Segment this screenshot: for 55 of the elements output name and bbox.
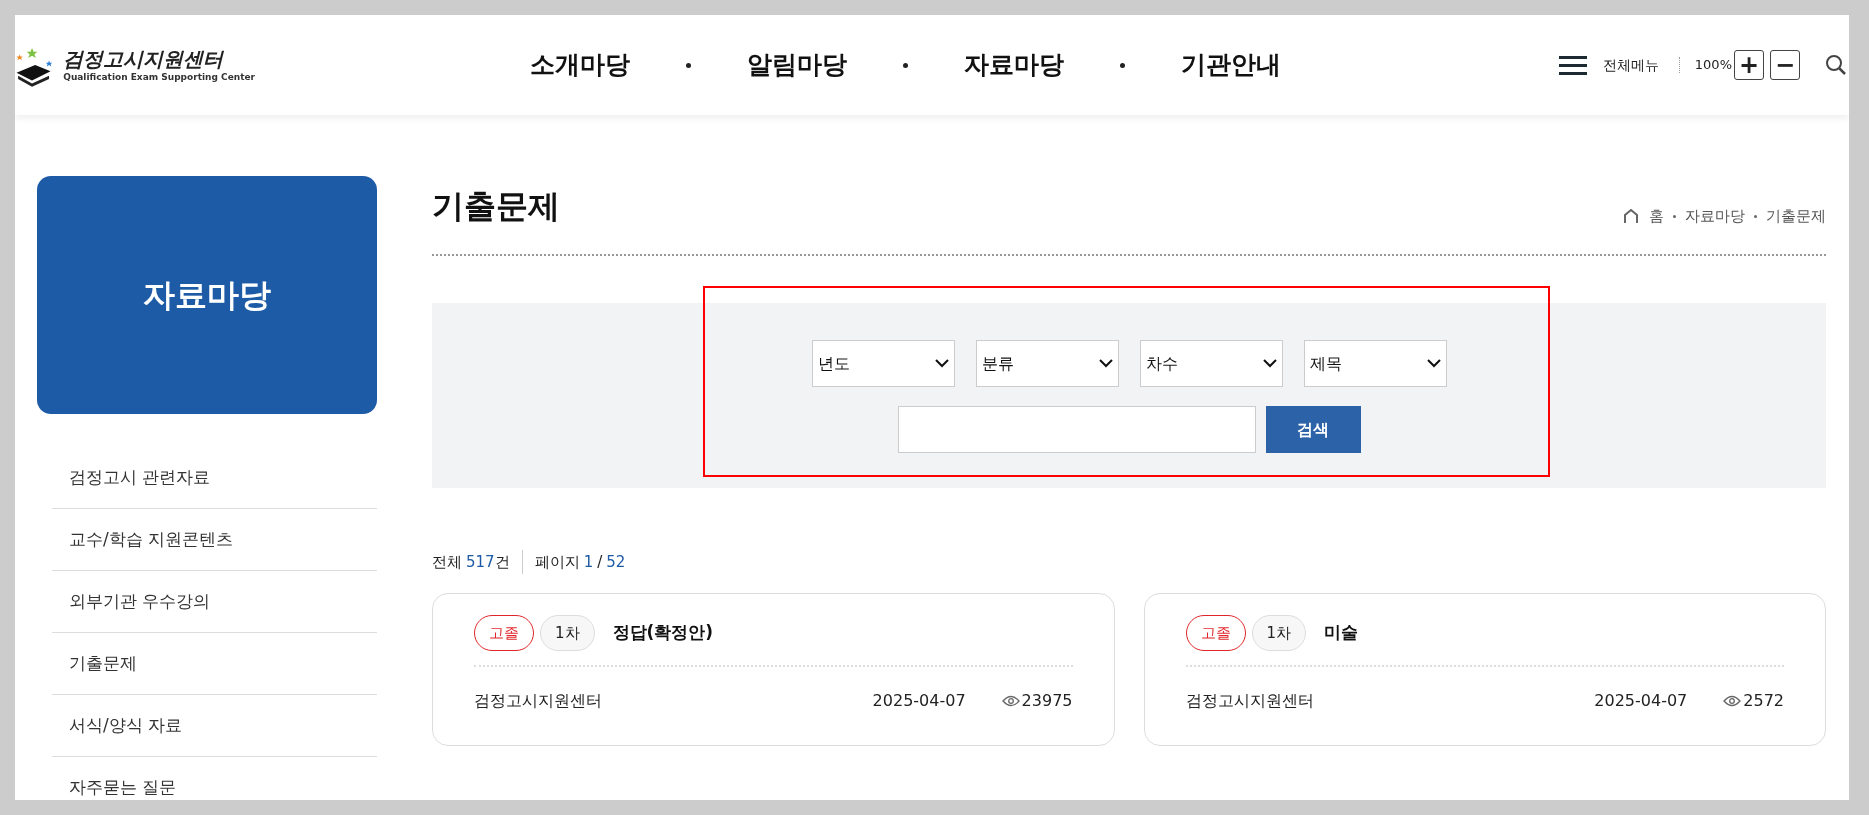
dropdown[interactable]: 차수 xyxy=(1139,340,1283,387)
breadcrumb-link[interactable]: 홈 xyxy=(1649,205,1664,228)
post-date: 2025-04-07 xyxy=(1594,690,1688,712)
current-page: 1 xyxy=(583,551,594,573)
logo-title[interactable]: 검정고시지원센터 xyxy=(63,48,255,69)
post-card[interactable]: 고졸 1차 정답(확정안) 검정고시지원센터 2025-04-07 23975 xyxy=(432,593,1115,746)
round-tag: 1차 xyxy=(1251,615,1307,651)
search-field[interactable] xyxy=(897,406,1256,453)
nav-link[interactable]: 자료마당 xyxy=(964,46,1064,84)
total-label: 전체 xyxy=(432,551,462,573)
post-title[interactable]: 미술 xyxy=(1324,620,1359,646)
nav-link[interactable]: 소개마당 xyxy=(530,46,630,84)
sidebar-item[interactable]: 자주묻는 질문 xyxy=(69,775,177,800)
post-card[interactable]: 고졸 1차 미술 검정고시지원센터 2025-04-07 2572 xyxy=(1143,593,1826,746)
logo-subtitle: Qualification Exam Supporting Center xyxy=(63,72,255,82)
total-unit: 건 xyxy=(494,551,510,573)
zoom-out-button[interactable]: − xyxy=(1770,50,1800,80)
eye-icon xyxy=(1723,695,1742,707)
post-author: 검정고시지원센터 xyxy=(1185,690,1315,712)
sidebar-item[interactable]: 외부기관 우수강의 xyxy=(69,588,211,615)
round-tag: 1차 xyxy=(540,615,595,651)
nav-link[interactable]: 기관안내 xyxy=(1181,46,1281,84)
sidebar-item[interactable]: 서식/양식 자료 xyxy=(69,712,183,739)
eye-icon xyxy=(1001,695,1020,707)
zoom-level: 100% xyxy=(1694,56,1732,75)
menu-icon[interactable] xyxy=(1558,55,1587,75)
chevron-down-icon xyxy=(1262,359,1277,368)
sidebar-item[interactable]: 검정고시 관련자료 xyxy=(69,464,211,491)
chevron-down-icon xyxy=(1098,359,1113,368)
search-button[interactable]: 검색 xyxy=(1265,406,1361,453)
total-count: 517 xyxy=(466,551,495,573)
page-title: 기출문제 xyxy=(432,186,560,227)
home-icon[interactable] xyxy=(1623,208,1639,225)
page-label: 페이지 xyxy=(534,551,580,573)
section-title: 자료마당 xyxy=(143,275,271,316)
post-date: 2025-04-07 xyxy=(872,690,966,712)
menu-label[interactable]: 전체메뉴 xyxy=(1602,54,1659,76)
breadcrumb-link[interactable]: 자료마당 xyxy=(1685,205,1745,228)
view-count: 23975 xyxy=(1021,690,1073,712)
page-separator: / xyxy=(597,551,603,573)
search-icon[interactable] xyxy=(1825,54,1847,76)
post-title[interactable]: 정답(확정안) xyxy=(612,620,714,646)
dropdown[interactable]: 년도 xyxy=(811,340,955,387)
sidebar-item[interactable]: 기출문제 xyxy=(69,650,137,677)
nav-link[interactable]: 알림마당 xyxy=(747,46,847,84)
breadcrumb-link[interactable]: 기출문제 xyxy=(1766,205,1826,228)
post-author: 검정고시지원센터 xyxy=(474,690,603,712)
chevron-down-icon xyxy=(1426,359,1441,368)
dropdown[interactable]: 분류 xyxy=(975,340,1119,387)
page-count: 52 xyxy=(606,551,626,573)
sidebar-item[interactable]: 교수/학습 지원콘텐츠 xyxy=(69,526,234,553)
view-count: 2572 xyxy=(1743,690,1784,712)
dropdown[interactable]: 제목 xyxy=(1303,340,1447,387)
zoom-in-button[interactable]: + xyxy=(1734,50,1764,80)
chevron-down-icon xyxy=(934,359,949,368)
